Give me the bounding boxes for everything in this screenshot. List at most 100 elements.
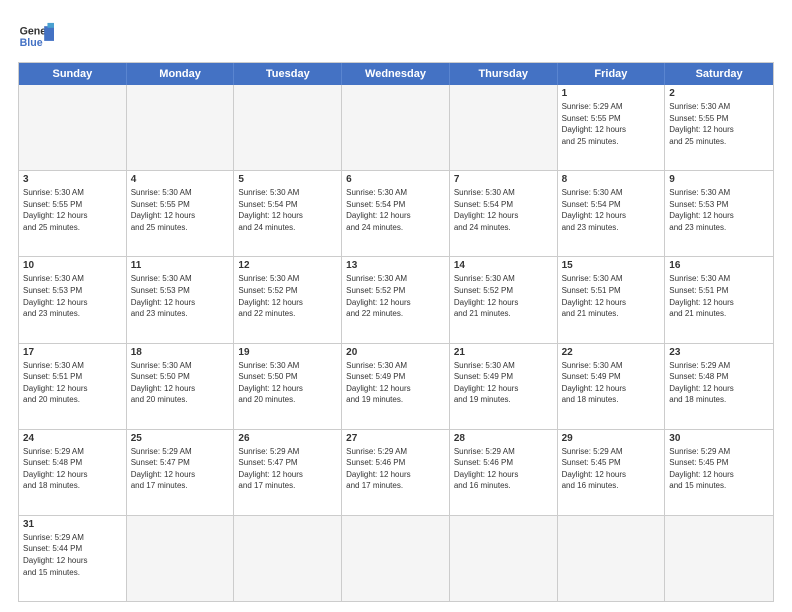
empty-cell	[450, 85, 558, 170]
day-number-20: 20	[346, 347, 445, 358]
day-info-2: Sunrise: 5:30 AM Sunset: 5:55 PM Dayligh…	[669, 101, 769, 147]
day-number-31: 31	[23, 519, 122, 530]
day-number-6: 6	[346, 174, 445, 185]
day-cell-8: 8 Sunrise: 5:30 AM Sunset: 5:54 PM Daylig…	[558, 171, 666, 256]
calendar-row-1: 1 Sunrise: 5:29 AM Sunset: 5:55 PM Daylig…	[19, 85, 773, 170]
day-cell-19: 19 Sunrise: 5:30 AM Sunset: 5:50 PM Dayli…	[234, 344, 342, 429]
generalblue-logo-icon: General Blue	[18, 18, 54, 54]
day-cell-16: 16 Sunrise: 5:30 AM Sunset: 5:51 PM Dayli…	[665, 257, 773, 342]
day-cell-13: 13 Sunrise: 5:30 AM Sunset: 5:52 PM Dayli…	[342, 257, 450, 342]
day-number-5: 5	[238, 174, 337, 185]
empty-cell	[127, 85, 235, 170]
day-cell-24: 24Sunrise: 5:29 AM Sunset: 5:48 PM Dayli…	[19, 430, 127, 515]
day-number-10: 10	[23, 260, 122, 271]
day-cell-23: 23 Sunrise: 5:29 AM Sunset: 5:48 PM Dayli…	[665, 344, 773, 429]
day-number-28: 28	[454, 433, 553, 444]
day-number-1: 1	[562, 88, 661, 99]
day-info-15: Sunrise: 5:30 AM Sunset: 5:51 PM Dayligh…	[562, 273, 661, 319]
day-info-21: Sunrise: 5:30 AM Sunset: 5:49 PM Dayligh…	[454, 360, 553, 406]
weekday-header-tuesday: Tuesday	[234, 63, 342, 85]
calendar-row-2: 3 Sunrise: 5:30 AM Sunset: 5:55 PM Daylig…	[19, 170, 773, 256]
weekday-header-thursday: Thursday	[450, 63, 558, 85]
day-number-13: 13	[346, 260, 445, 271]
day-info-31: Sunrise: 5:29 AM Sunset: 5:44 PM Dayligh…	[23, 532, 122, 578]
day-cell-4: 4Sunrise: 5:30 AM Sunset: 5:55 PM Daylig…	[127, 171, 235, 256]
day-cell-18: 18Sunrise: 5:30 AM Sunset: 5:50 PM Dayli…	[127, 344, 235, 429]
day-number-21: 21	[454, 347, 553, 358]
day-number-18: 18	[131, 347, 230, 358]
day-cell-28: 28Sunrise: 5:29 AM Sunset: 5:46 PM Dayli…	[450, 430, 558, 515]
day-number-3: 3	[23, 174, 122, 185]
day-info-12: Sunrise: 5:30 AM Sunset: 5:52 PM Dayligh…	[238, 273, 337, 319]
calendar: SundayMondayTuesdayWednesdayThursdayFrid…	[18, 62, 774, 602]
empty-cell	[450, 516, 558, 601]
day-info-23: Sunrise: 5:29 AM Sunset: 5:48 PM Dayligh…	[669, 360, 769, 406]
day-number-26: 26	[238, 433, 337, 444]
calendar-row-3: 10 Sunrise: 5:30 AM Sunset: 5:53 PM Dayli…	[19, 256, 773, 342]
day-info-22: Sunrise: 5:30 AM Sunset: 5:49 PM Dayligh…	[562, 360, 661, 406]
day-number-14: 14	[454, 260, 553, 271]
day-number-15: 15	[562, 260, 661, 271]
day-info-20: Sunrise: 5:30 AM Sunset: 5:49 PM Dayligh…	[346, 360, 445, 406]
day-info-26: Sunrise: 5:29 AM Sunset: 5:47 PM Dayligh…	[238, 446, 337, 492]
day-number-2: 2	[669, 88, 769, 99]
weekday-header-sunday: Sunday	[19, 63, 127, 85]
day-cell-9: 9 Sunrise: 5:30 AM Sunset: 5:53 PM Daylig…	[665, 171, 773, 256]
logo: General Blue	[18, 18, 54, 54]
day-info-10: Sunrise: 5:30 AM Sunset: 5:53 PM Dayligh…	[23, 273, 122, 319]
day-info-19: Sunrise: 5:30 AM Sunset: 5:50 PM Dayligh…	[238, 360, 337, 406]
day-number-9: 9	[669, 174, 769, 185]
empty-cell	[558, 516, 666, 601]
calendar-body: 1 Sunrise: 5:29 AM Sunset: 5:55 PM Daylig…	[19, 85, 773, 601]
calendar-row-5: 24Sunrise: 5:29 AM Sunset: 5:48 PM Dayli…	[19, 429, 773, 515]
day-cell-27: 27 Sunrise: 5:29 AM Sunset: 5:46 PM Dayli…	[342, 430, 450, 515]
day-number-8: 8	[562, 174, 661, 185]
calendar-header: SundayMondayTuesdayWednesdayThursdayFrid…	[19, 63, 773, 85]
day-cell-29: 29 Sunrise: 5:29 AM Sunset: 5:45 PM Dayli…	[558, 430, 666, 515]
day-cell-12: 12 Sunrise: 5:30 AM Sunset: 5:52 PM Dayli…	[234, 257, 342, 342]
day-info-8: Sunrise: 5:30 AM Sunset: 5:54 PM Dayligh…	[562, 187, 661, 233]
day-number-29: 29	[562, 433, 661, 444]
day-cell-3: 3 Sunrise: 5:30 AM Sunset: 5:55 PM Daylig…	[19, 171, 127, 256]
day-info-7: Sunrise: 5:30 AM Sunset: 5:54 PM Dayligh…	[454, 187, 553, 233]
weekday-header-monday: Monday	[127, 63, 235, 85]
day-info-11: Sunrise: 5:30 AM Sunset: 5:53 PM Dayligh…	[131, 273, 230, 319]
empty-cell	[342, 516, 450, 601]
day-number-23: 23	[669, 347, 769, 358]
day-info-9: Sunrise: 5:30 AM Sunset: 5:53 PM Dayligh…	[669, 187, 769, 233]
day-number-19: 19	[238, 347, 337, 358]
day-number-25: 25	[131, 433, 230, 444]
day-cell-22: 22 Sunrise: 5:30 AM Sunset: 5:49 PM Dayli…	[558, 344, 666, 429]
day-number-7: 7	[454, 174, 553, 185]
day-number-27: 27	[346, 433, 445, 444]
empty-cell	[234, 85, 342, 170]
calendar-row-4: 17Sunrise: 5:30 AM Sunset: 5:51 PM Dayli…	[19, 343, 773, 429]
day-info-25: Sunrise: 5:29 AM Sunset: 5:47 PM Dayligh…	[131, 446, 230, 492]
day-number-22: 22	[562, 347, 661, 358]
day-info-24: Sunrise: 5:29 AM Sunset: 5:48 PM Dayligh…	[23, 446, 122, 492]
empty-cell	[342, 85, 450, 170]
day-cell-30: 30Sunrise: 5:29 AM Sunset: 5:45 PM Dayli…	[665, 430, 773, 515]
day-number-16: 16	[669, 260, 769, 271]
header: General Blue	[18, 18, 774, 54]
day-info-29: Sunrise: 5:29 AM Sunset: 5:45 PM Dayligh…	[562, 446, 661, 492]
day-info-27: Sunrise: 5:29 AM Sunset: 5:46 PM Dayligh…	[346, 446, 445, 492]
day-cell-5: 5Sunrise: 5:30 AM Sunset: 5:54 PM Daylig…	[234, 171, 342, 256]
day-info-17: Sunrise: 5:30 AM Sunset: 5:51 PM Dayligh…	[23, 360, 122, 406]
day-cell-15: 15 Sunrise: 5:30 AM Sunset: 5:51 PM Dayli…	[558, 257, 666, 342]
empty-cell	[127, 516, 235, 601]
day-info-13: Sunrise: 5:30 AM Sunset: 5:52 PM Dayligh…	[346, 273, 445, 319]
day-number-12: 12	[238, 260, 337, 271]
svg-text:Blue: Blue	[20, 37, 43, 49]
day-info-3: Sunrise: 5:30 AM Sunset: 5:55 PM Dayligh…	[23, 187, 122, 233]
day-cell-21: 21 Sunrise: 5:30 AM Sunset: 5:49 PM Dayli…	[450, 344, 558, 429]
day-cell-1: 1 Sunrise: 5:29 AM Sunset: 5:55 PM Daylig…	[558, 85, 666, 170]
weekday-header-wednesday: Wednesday	[342, 63, 450, 85]
day-info-16: Sunrise: 5:30 AM Sunset: 5:51 PM Dayligh…	[669, 273, 769, 319]
day-cell-17: 17Sunrise: 5:30 AM Sunset: 5:51 PM Dayli…	[19, 344, 127, 429]
day-info-1: Sunrise: 5:29 AM Sunset: 5:55 PM Dayligh…	[562, 101, 661, 147]
day-cell-6: 6Sunrise: 5:30 AM Sunset: 5:54 PM Daylig…	[342, 171, 450, 256]
day-cell-10: 10 Sunrise: 5:30 AM Sunset: 5:53 PM Dayli…	[19, 257, 127, 342]
day-info-14: Sunrise: 5:30 AM Sunset: 5:52 PM Dayligh…	[454, 273, 553, 319]
day-number-4: 4	[131, 174, 230, 185]
